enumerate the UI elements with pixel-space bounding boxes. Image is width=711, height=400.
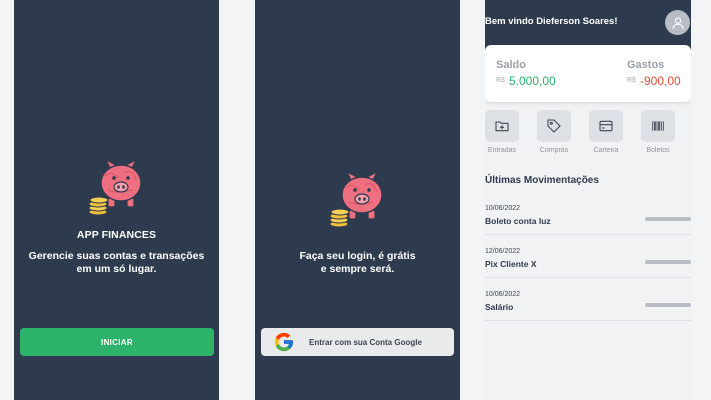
movement-value-placeholder [645, 260, 691, 264]
piggy-bank-icon [88, 158, 148, 218]
action-label: Boletos [646, 147, 670, 154]
intro-screen: APP FINANCES Gerencie suas contas e tran… [14, 0, 219, 400]
gastos-currency: R$ [627, 77, 636, 84]
action-compras[interactable]: Compras [537, 110, 571, 154]
movement-value-placeholder [645, 303, 691, 307]
movement-date: 10/06/2022 [485, 205, 521, 212]
intro-subtitle: Gerencie suas contas e transações em um … [14, 250, 219, 276]
quick-actions: Entradas Compras Carteira Boletos [485, 110, 691, 160]
app-title: APP FINANCES [76, 229, 157, 241]
piggy-bank-icon [329, 170, 389, 230]
movement-date: 10/06/2022 [485, 291, 521, 298]
intro-subtitle-line1: Gerencie suas contas e transações [28, 250, 205, 262]
saldo-value: 5.000,00 [509, 74, 556, 88]
login-subtitle-line1: Faça seu login, é grátis [299, 250, 416, 262]
credit-card-icon [589, 110, 623, 142]
saldo-currency: R$ [496, 77, 505, 84]
intro-subtitle-line2: em um só lugar. [76, 263, 157, 275]
movement-description: Pix Cliente X [485, 259, 537, 269]
action-label: Compras [539, 147, 569, 154]
folder-plus-icon [485, 110, 519, 142]
login-subtitle-line2: e sempre será. [320, 263, 395, 275]
login-subtitle: Faça seu login, é grátis e sempre será. [255, 250, 460, 276]
avatar[interactable] [665, 10, 690, 35]
google-login-button[interactable]: Entrar com sua Conta Google [261, 328, 454, 356]
google-icon [274, 332, 294, 352]
action-carteira[interactable]: Carteira [589, 110, 623, 154]
tag-icon [537, 110, 571, 142]
action-entradas[interactable]: Entradas [485, 110, 519, 154]
user-icon [671, 16, 684, 29]
gastos-value: -900,00 [640, 74, 681, 88]
action-boletos[interactable]: Boletos [641, 110, 675, 154]
barcode-icon [641, 110, 675, 142]
list-item[interactable]: 10/06/2022 Boleto conta luz [485, 197, 691, 235]
list-item[interactable]: 10/06/2022 Salário [485, 283, 691, 321]
list-item[interactable]: 12/06/2022 Pix Cliente X [485, 240, 691, 278]
start-button[interactable]: INICIAR [20, 328, 214, 356]
movement-description: Boleto conta luz [485, 216, 551, 226]
home-screen: Bem vindo Dieferson Soares! Saldo R$ 5.0… [485, 0, 691, 400]
login-screen: Faça seu login, é grátis e sempre será. … [255, 0, 460, 400]
action-label: Entradas [487, 147, 517, 154]
section-title: Últimas Movimentações [485, 175, 599, 186]
balance-card: Saldo R$ 5.000,00 Gastos R$ -900,00 [485, 45, 691, 102]
movement-description: Salário [485, 302, 514, 312]
google-button-label: Entrar com sua Conta Google [309, 337, 422, 347]
movement-date: 12/06/2022 [485, 248, 521, 255]
welcome-text: Bem vindo Dieferson Soares! [485, 16, 618, 27]
saldo-label: Saldo [496, 59, 526, 71]
gastos-label: Gastos [627, 59, 665, 71]
movement-value-placeholder [645, 217, 691, 221]
action-label: Carteira [593, 147, 619, 154]
